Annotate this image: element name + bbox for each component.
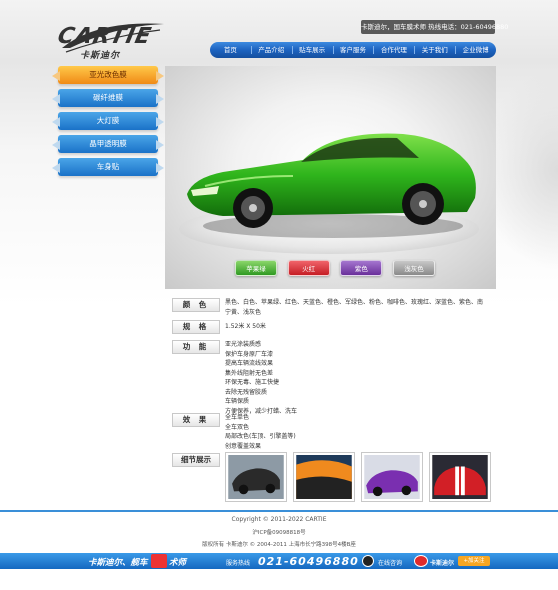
function-item: 亚光涂装质感	[225, 341, 262, 348]
gallery-thumb-matte-black[interactable]	[225, 452, 287, 502]
weibo-icon[interactable]	[414, 555, 428, 567]
effect-label: 效 果	[172, 413, 220, 427]
rights-text: 版权所有 卡斯迪尔 © 2004-2011 上海市长宁路398号4楼B座	[202, 542, 356, 548]
function-item: 保护车身原厂车漆	[225, 350, 274, 358]
nav-item-partners[interactable]: 合作代理	[373, 42, 414, 58]
nav-item-weibo[interactable]: 企业微博	[455, 42, 496, 58]
main-nav: 首页 产品介绍 贴车展示 客户服务 合作代理 关于我们 企业微博	[210, 42, 496, 58]
function-label: 功 能	[172, 340, 220, 354]
nav-item-about[interactable]: 关于我们	[414, 42, 455, 58]
color-values: 黑色、白色、苹果绿、红色、天蓝色、橙色、军绿色、粉色、咖啡色、玫瑰红、深蓝色、紫…	[225, 299, 484, 316]
spec-label: 规 格	[172, 320, 220, 334]
follow-button[interactable]: +加关注	[458, 556, 490, 566]
effect-item: 局部改色(车顶、引擎盖等)	[225, 433, 296, 440]
red-striped-car-image	[432, 455, 488, 499]
service-hotline-label: 服务热线	[226, 560, 251, 567]
sidebar-item-headlight-film[interactable]: 大灯膜	[58, 112, 158, 130]
function-item: 环保无毒、施工快捷	[225, 379, 280, 386]
green-sports-car-image	[187, 133, 476, 238]
logo-wordmark[interactable]: CARTIE	[55, 24, 154, 49]
nav-item-products[interactable]: 产品介绍	[250, 42, 292, 58]
function-list: 亚光涂装质感 保护车身原厂车漆 提高车辆流线效果 集外线阻射无色差 环保无毒、施…	[225, 340, 487, 416]
hero-banner: 苹果绿 火红 紫色 浅灰色	[165, 66, 496, 289]
function-item: 提高车辆流线效果	[225, 360, 274, 367]
effect-item: 创意覆盖效果	[225, 442, 262, 450]
footer-slogan: 卡斯迪尔、舰车	[88, 558, 148, 568]
orange-carbon-detail-image	[296, 455, 352, 499]
spec-value: 1.52米 X 50米	[225, 323, 266, 330]
weibo-account-name[interactable]: 卡斯迪尔	[430, 558, 454, 567]
sidebar-item-body-sticker[interactable]: 车身贴	[58, 158, 158, 176]
detail-gallery	[225, 452, 491, 502]
purple-car-image	[364, 455, 420, 499]
swatch-light-gray[interactable]: 浅灰色	[392, 260, 435, 276]
function-item: 车辆保质	[225, 398, 250, 405]
gallery-label: 细节展示	[172, 453, 220, 467]
color-swatch-row: 苹果绿 火红 紫色 浅灰色	[235, 260, 435, 280]
gallery-thumb-orange-carbon[interactable]	[293, 452, 355, 502]
swatch-fire-red[interactable]: 火红	[287, 260, 330, 276]
online-consult-link[interactable]: 在线咨询	[378, 558, 402, 567]
gallery-thumb-purple-car[interactable]	[361, 452, 423, 502]
hotline-banner: 卡斯迪尔，国车膜术师 热线电话：021-60496880	[361, 20, 508, 34]
service-hotline-number: 021-60496880	[258, 555, 359, 568]
nav-item-showcase[interactable]: 贴车展示	[291, 42, 333, 58]
qq-penguin-icon[interactable]	[362, 555, 374, 567]
sidebar-item-clear-film[interactable]: 晶甲透明膜	[58, 135, 158, 153]
footer-slogan-tail: 术师	[169, 558, 187, 568]
function-item: 去除无残留胶质	[225, 388, 268, 396]
matte-black-car-image	[228, 455, 284, 499]
function-item: 集外线阻射无色差	[225, 369, 274, 377]
page: CARTIE 卡斯迪尔 卡斯迪尔，国车膜术师 热线电话：021-60496880…	[0, 0, 558, 590]
icp-license-link[interactable]: 沪ICP备09098818号	[0, 528, 558, 536]
logo-subtitle: 卡斯迪尔	[80, 51, 121, 61]
swatch-purple[interactable]: 紫色	[340, 260, 383, 276]
slogan-badge-icon	[151, 554, 167, 568]
nav-item-service[interactable]: 客户服务	[332, 42, 374, 58]
copyright-text: Copyright © 2011-2022 CARTIE	[231, 516, 327, 523]
color-label: 颜 色	[172, 298, 220, 312]
sidebar: 亚光改色膜 碳纤维膜 大灯膜 晶甲透明膜 车身贴	[58, 66, 158, 181]
effect-item: 全车单色	[225, 414, 250, 421]
effect-list: 全车单色 全车双色 局部改色(车顶、引擎盖等) 创意覆盖效果	[225, 413, 487, 451]
effect-item: 全车双色	[225, 423, 250, 431]
swatch-apple-green[interactable]: 苹果绿	[235, 260, 277, 276]
footer-divider	[0, 510, 558, 512]
sidebar-item-matte-wrap[interactable]: 亚光改色膜	[58, 66, 158, 84]
sidebar-item-carbon-fiber[interactable]: 碳纤维膜	[58, 89, 158, 107]
gallery-thumb-red-stripe[interactable]	[429, 452, 491, 502]
nav-item-home[interactable]: 首页	[210, 42, 251, 58]
